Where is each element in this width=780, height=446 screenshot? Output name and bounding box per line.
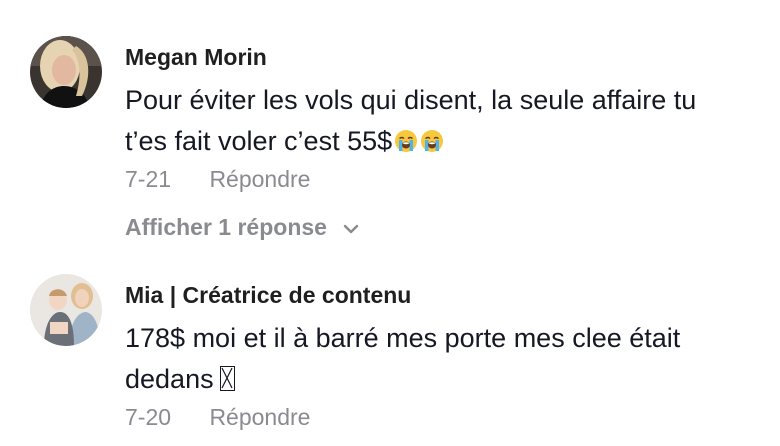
comment-meta: 7-21 Répondre [125, 166, 310, 193]
chevron-down-icon [344, 224, 359, 234]
loudly-crying-face-icon [421, 130, 444, 152]
comment-text-line: t’es fait voler c’est 55$ [125, 126, 393, 156]
comment-text-line: 178$ moi et il à barré mes porte mes cle… [125, 323, 681, 353]
comment-author[interactable]: Mia | Créatrice de contenu [125, 282, 411, 309]
comment-meta: 7-20 Répondre [125, 404, 310, 431]
comment-text: 178$ moi et il à barré mes porte mes cle… [125, 318, 765, 400]
view-replies-label: Afficher 1 réponse [125, 214, 327, 240]
comment-date: 7-20 [125, 404, 172, 430]
comment-date: 7-21 [125, 166, 172, 192]
view-replies-button[interactable]: Afficher 1 réponse [125, 214, 359, 241]
comment-text: Pour éviter les vols qui disent, la seul… [125, 80, 765, 162]
missing-glyph-icon [219, 366, 235, 391]
reply-button[interactable]: Répondre [209, 404, 310, 431]
comment-text-line: Pour éviter les vols qui disent, la seul… [125, 85, 697, 115]
comment-list: Megan Morin Pour éviter les vols qui dis… [0, 0, 780, 446]
reply-button[interactable]: Répondre [209, 166, 310, 193]
comment-author[interactable]: Megan Morin [125, 44, 267, 71]
loudly-crying-face-icon [395, 130, 418, 152]
comment-text-line: dedans [125, 364, 214, 394]
avatar[interactable] [30, 274, 102, 346]
avatar[interactable] [30, 36, 102, 108]
